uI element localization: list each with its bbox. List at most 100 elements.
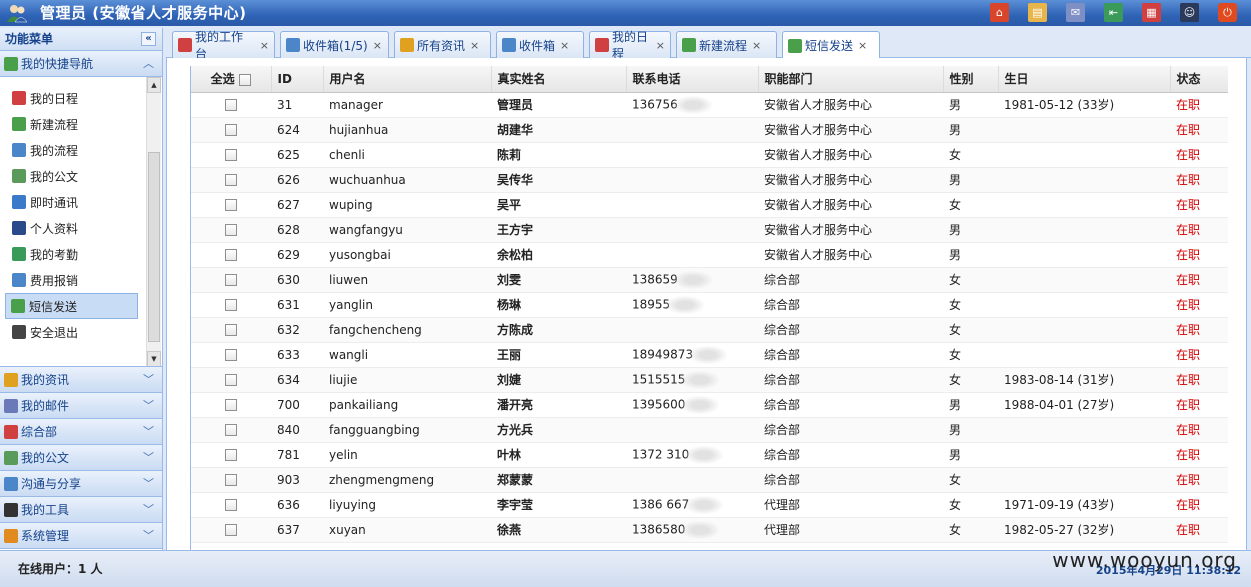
row-checkbox[interactable] — [225, 324, 237, 336]
row-checkbox[interactable] — [225, 299, 237, 311]
row-checkbox[interactable] — [225, 124, 237, 136]
submenu-scrollbar[interactable]: ▲ ▼ — [146, 77, 161, 366]
column-header-cell[interactable]: 状态 — [1170, 66, 1228, 93]
column-header-cell[interactable]: 生日 — [998, 66, 1171, 93]
accordion-label: 综合部 — [21, 424, 58, 439]
nav-item-6[interactable]: 我的考勤 — [2, 241, 127, 267]
row-checkbox[interactable] — [225, 199, 237, 211]
tab-4[interactable]: 我的日程 × — [589, 30, 671, 61]
accordion-section-6[interactable]: 系统管理 ﹀ — [0, 523, 162, 549]
nav-item-3[interactable]: 我的公文 — [2, 163, 127, 189]
calendar-icon[interactable]: ▦ — [1142, 3, 1161, 22]
accordion-section-1[interactable]: 我的邮件 ﹀ — [0, 393, 162, 419]
table-cell: 630 — [271, 267, 323, 293]
scroll-thumb[interactable] — [148, 152, 160, 342]
table-row[interactable]: 631 yanglin 杨琳 18955 综合部 女 在职 — [191, 292, 1228, 318]
accordion-section-5[interactable]: 我的工具 ﹀ — [0, 497, 162, 523]
nav-item-4[interactable]: 即时通讯 — [2, 189, 127, 215]
tab-6[interactable]: 短信发送 × — [782, 31, 880, 59]
row-checkbox[interactable] — [225, 274, 237, 286]
tab-5[interactable]: 新建流程 × — [676, 31, 777, 58]
column-header-cell[interactable]: 全选 — [191, 66, 272, 93]
accordion-section-2[interactable]: 综合部 ﹀ — [0, 419, 162, 445]
tab-1[interactable]: 收件箱(1/5) × — [280, 31, 389, 58]
table-row[interactable]: 628 wangfangyu 王方宇 安徽省人才服务中心 男 在职 — [191, 217, 1228, 243]
column-header-cell[interactable]: ID — [271, 66, 324, 93]
collapse-nav-button[interactable]: « — [141, 32, 156, 46]
table-row[interactable]: 700 pankailiang 潘开亮 1395600 综合部 男 1988-04-01 (… — [191, 392, 1228, 418]
row-checkbox[interactable] — [225, 524, 237, 536]
tab-2[interactable]: 所有资讯 × — [394, 31, 491, 58]
row-checkbox[interactable] — [225, 474, 237, 486]
nav-item-1[interactable]: 新建流程 — [2, 111, 127, 137]
row-checkbox[interactable] — [225, 224, 237, 236]
table-row[interactable]: 31 manager 管理员 136756 安徽省人才服务中心 男 1981-05-12 (… — [191, 92, 1228, 118]
row-checkbox[interactable] — [225, 249, 237, 261]
nav-item-0[interactable]: 我的日程 — [2, 85, 127, 111]
table-row[interactable]: 626 wuchuanhua 吴传华 安徽省人才服务中心 男 在职 — [191, 167, 1228, 193]
accordion-quicknav[interactable]: 我的快捷导航 ︿ — [0, 51, 162, 77]
table-row[interactable]: 634 liujie 刘婕 1515515 综合部 女 1983-08-14 (31岁) 在职 — [191, 367, 1228, 393]
close-tab-icon[interactable]: × — [470, 39, 479, 52]
nav-item-8[interactable]: 短信发送 — [5, 293, 138, 319]
row-checkbox[interactable] — [225, 349, 237, 361]
nav-item-5[interactable]: 个人资料 — [2, 215, 127, 241]
table-row[interactable]: 636 liyuying 李宇莹 1386 667 代理部 女 1971-09-19 (43… — [191, 492, 1228, 518]
table-row[interactable]: 632 fangchencheng 方陈成 综合部 女 在职 — [191, 317, 1228, 343]
table-row[interactable]: 630 liuwen 刘雯 138659 综合部 女 在职 — [191, 267, 1228, 293]
table-row[interactable]: 629 yusongbai 余松柏 安徽省人才服务中心 男 在职 — [191, 242, 1228, 268]
table-row[interactable]: 781 yelin 叶林 1372 310 综合部 男 在职 — [191, 442, 1228, 468]
row-checkbox[interactable] — [225, 374, 237, 386]
table-row[interactable]: 637 xuyan 徐燕 1386580 代理部 女 1982-05-27 (32岁) 在职 — [191, 517, 1228, 543]
table-row[interactable]: 624 hujianhua 胡建华 安徽省人才服务中心 男 在职 — [191, 117, 1228, 143]
clipboard-icon[interactable]: ▤ — [1028, 3, 1047, 22]
column-header-cell[interactable]: 职能部门 — [758, 66, 944, 93]
close-tab-icon[interactable]: × — [260, 39, 269, 52]
row-checkbox[interactable] — [225, 99, 237, 111]
exit-door-icon[interactable]: ⇤ — [1104, 3, 1123, 22]
close-tab-icon[interactable]: × — [858, 39, 867, 52]
row-checkbox[interactable] — [225, 399, 237, 411]
table-row[interactable]: 625 chenli 陈莉 安徽省人才服务中心 女 在职 — [191, 142, 1228, 168]
scroll-up-arrow[interactable]: ▲ — [147, 77, 161, 93]
row-checkbox[interactable] — [225, 149, 237, 161]
table-row[interactable]: 903 zhengmengmeng 郑蒙蒙 综合部 女 在职 — [191, 467, 1228, 493]
home-icon[interactable]: ⌂ — [990, 3, 1009, 22]
close-tab-icon[interactable]: × — [373, 39, 382, 52]
cell-value: 女 — [949, 273, 962, 287]
table-cell: 综合部 — [758, 317, 943, 343]
cell-value: yelin — [329, 447, 358, 462]
table-cell: wuping — [323, 192, 491, 218]
row-checkbox[interactable] — [225, 174, 237, 186]
table-row[interactable]: 633 wangli 王丽 18949873 综合部 女 在职 — [191, 342, 1228, 368]
row-checkbox[interactable] — [225, 449, 237, 461]
nav-item-9[interactable]: 安全退出 — [2, 319, 127, 345]
cell-value: 综合部 — [764, 273, 801, 287]
scroll-down-arrow[interactable]: ▼ — [147, 351, 161, 366]
column-header-cell[interactable]: 真实姓名 — [491, 66, 627, 93]
tab-0[interactable]: 我的工作台 × — [172, 30, 275, 61]
nav-item-7[interactable]: 费用报销 — [2, 267, 127, 293]
person-icon — [12, 221, 26, 235]
close-tab-icon[interactable]: × — [752, 39, 761, 52]
user-icon[interactable]: ☺ — [1180, 3, 1199, 22]
row-checkbox[interactable] — [225, 424, 237, 436]
table-row[interactable]: 627 wuping 吴平 安徽省人才服务中心 女 在职 — [191, 192, 1228, 218]
tab-3[interactable]: 收件箱 × — [496, 31, 584, 58]
power-icon[interactable]: ⏻ — [1218, 3, 1237, 22]
accordion-section-4[interactable]: 沟通与分享 ﹀ — [0, 471, 162, 497]
close-tab-icon[interactable]: × — [656, 39, 665, 52]
close-tab-icon[interactable]: × — [560, 39, 569, 52]
accordion-section-3[interactable]: 我的公文 ﹀ — [0, 445, 162, 471]
column-header-cell[interactable]: 性别 — [943, 66, 999, 93]
select-all-checkbox[interactable] — [238, 73, 251, 86]
cell-value: 632 — [277, 322, 300, 337]
table-row[interactable]: 840 fangguangbing 方光兵 综合部 男 在职 — [191, 417, 1228, 443]
row-checkbox[interactable] — [225, 499, 237, 511]
accordion-section-0[interactable]: 我的资讯 ﹀ — [0, 367, 162, 393]
nav-item-2[interactable]: 我的流程 — [2, 137, 127, 163]
redaction-blur — [681, 520, 720, 539]
column-header-cell[interactable]: 用户名 — [323, 66, 492, 93]
mail-icon[interactable]: ✉ — [1066, 3, 1085, 22]
column-header-cell[interactable]: 联系电话 — [626, 66, 759, 93]
